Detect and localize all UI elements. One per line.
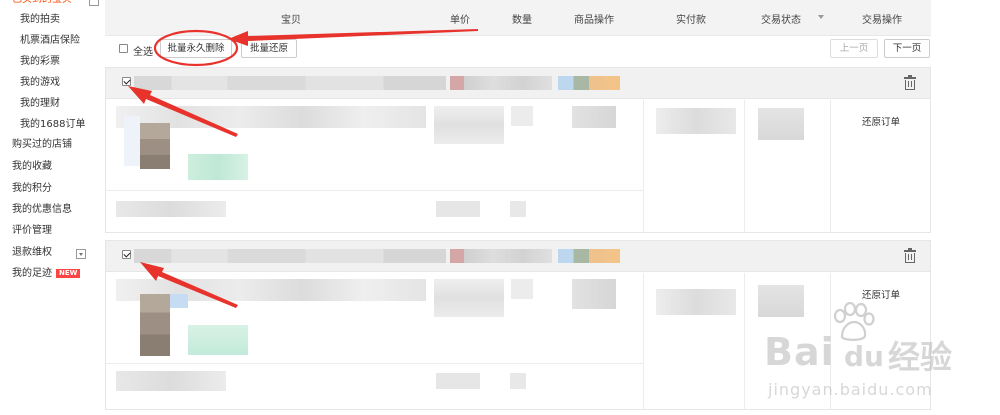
item-action-redacted [572,279,616,309]
quantity-redacted [511,279,533,299]
trash-icon[interactable] [904,75,916,90]
sidebar-item-coupons[interactable]: 我的优惠信息 [12,201,72,219]
price-redacted [436,373,480,389]
column-header-price: 单价 [450,15,470,26]
batch-toolbar: 全选 批量永久删除 批量还原 上一页 下一页 [105,36,931,64]
redacted-block [170,294,188,308]
shop-badges-redacted [558,249,620,263]
order-header [106,241,930,272]
redacted-block [124,116,140,166]
column-divider [643,100,644,233]
sidebar-item-points[interactable]: 我的积分 [12,180,52,198]
redacted-block [450,249,464,263]
item-thumbnail[interactable] [140,294,170,356]
sidebar-item-reviews[interactable]: 评价管理 [12,222,52,240]
order-card: 还原订单 [105,67,931,233]
watermark-url: jingyan.baidu.com [768,380,933,399]
trade-status-redacted [758,108,804,140]
dropdown-arrow-icon[interactable] [818,15,824,19]
sidebar-item-refunds[interactable]: 退款维权 [12,244,52,262]
quantity-redacted [510,373,526,389]
redacted-block [464,249,552,263]
column-divider [643,273,644,410]
sidebar-item-bought-items[interactable]: 已买到的宝贝 [12,0,72,9]
order-checkbox[interactable] [122,77,131,86]
item-title-redacted [116,371,226,391]
sidebar-item-footprints[interactable]: 我的足迹 NEW [12,265,81,283]
column-divider [744,273,745,410]
watermark-brand-bai: Bai [764,330,835,374]
select-all-checkbox[interactable] [119,44,128,53]
batch-restore-button[interactable]: 批量还原 [241,39,297,58]
row-divider [106,190,643,191]
new-badge: NEW [56,269,81,278]
price-redacted [434,279,504,317]
order-info-redacted [134,249,446,263]
column-divider [830,100,831,233]
chevron-down-icon[interactable] [76,249,86,259]
column-divider [744,100,745,233]
restore-order-link[interactable]: 还原订单 [862,114,900,128]
column-header-paid: 实付款 [676,15,706,26]
restore-order-link[interactable]: 还原订单 [862,287,900,301]
sidebar-item-shops[interactable]: 购买过的店铺 [12,136,72,154]
column-header-status[interactable]: 交易状态 [761,11,801,26]
item-tag-redacted [188,154,248,180]
order-recycle-bin-page: 已买到的宝贝 我的拍卖 机票酒店保险 我的彩票 我的游戏 我的理财 我的1688… [0,0,1000,415]
prev-page-button[interactable]: 上一页 [830,39,878,58]
row-divider [106,363,643,364]
sidebar-item-travel-insurance[interactable]: 机票酒店保险 [20,32,80,50]
item-action-redacted [572,106,616,128]
trash-icon[interactable] [904,248,916,263]
sidebar-item-auctions[interactable]: 我的拍卖 [20,11,60,29]
collapse-toggle-icon[interactable] [89,0,99,6]
item-tag-redacted [188,325,248,355]
shop-badges-redacted [558,76,620,90]
column-header-quantity: 数量 [512,15,532,26]
price-redacted [436,201,480,217]
sidebar-item-games[interactable]: 我的游戏 [20,74,60,92]
paid-amount-redacted [656,108,736,134]
column-header-item: 宝贝 [281,15,301,26]
next-page-button[interactable]: 下一页 [884,39,930,58]
sidebar-item-favorites[interactable]: 我的收藏 [12,158,52,176]
order-header [106,68,930,99]
batch-permanent-delete-button[interactable]: 批量永久删除 [160,39,232,58]
watermark-brand-du: du [844,340,884,373]
item-title-redacted [116,201,226,217]
select-all-label[interactable]: 全选 [133,43,153,58]
baidu-jingyan-watermark: Bai du 经验 jingyan.baidu.com [760,300,990,410]
price-redacted [434,106,504,144]
paw-logo-icon [833,302,875,341]
sidebar-item-finance[interactable]: 我的理财 [20,95,60,113]
redacted-block [450,76,464,90]
column-header-item-actions: 商品操作 [574,15,614,26]
order-checkbox[interactable] [122,250,131,259]
quantity-redacted [511,106,533,126]
sidebar: 已买到的宝贝 我的拍卖 机票酒店保险 我的彩票 我的游戏 我的理财 我的1688… [0,0,104,415]
item-thumbnail[interactable] [140,123,170,169]
redacted-block [464,76,552,90]
sidebar-item-1688-orders[interactable]: 我的1688订单 [20,116,85,134]
order-info-redacted [134,76,446,90]
quantity-redacted [510,201,526,217]
watermark-brand-jingyan: 经验 [888,338,953,376]
sidebar-item-lottery[interactable]: 我的彩票 [20,53,60,71]
sidebar-item-label: 我的足迹 [12,268,52,279]
table-header: 宝贝 单价 数量 商品操作 实付款 交易状态 交易操作 [105,0,931,36]
paid-amount-redacted [656,289,736,315]
column-header-trade-actions: 交易操作 [862,15,902,26]
